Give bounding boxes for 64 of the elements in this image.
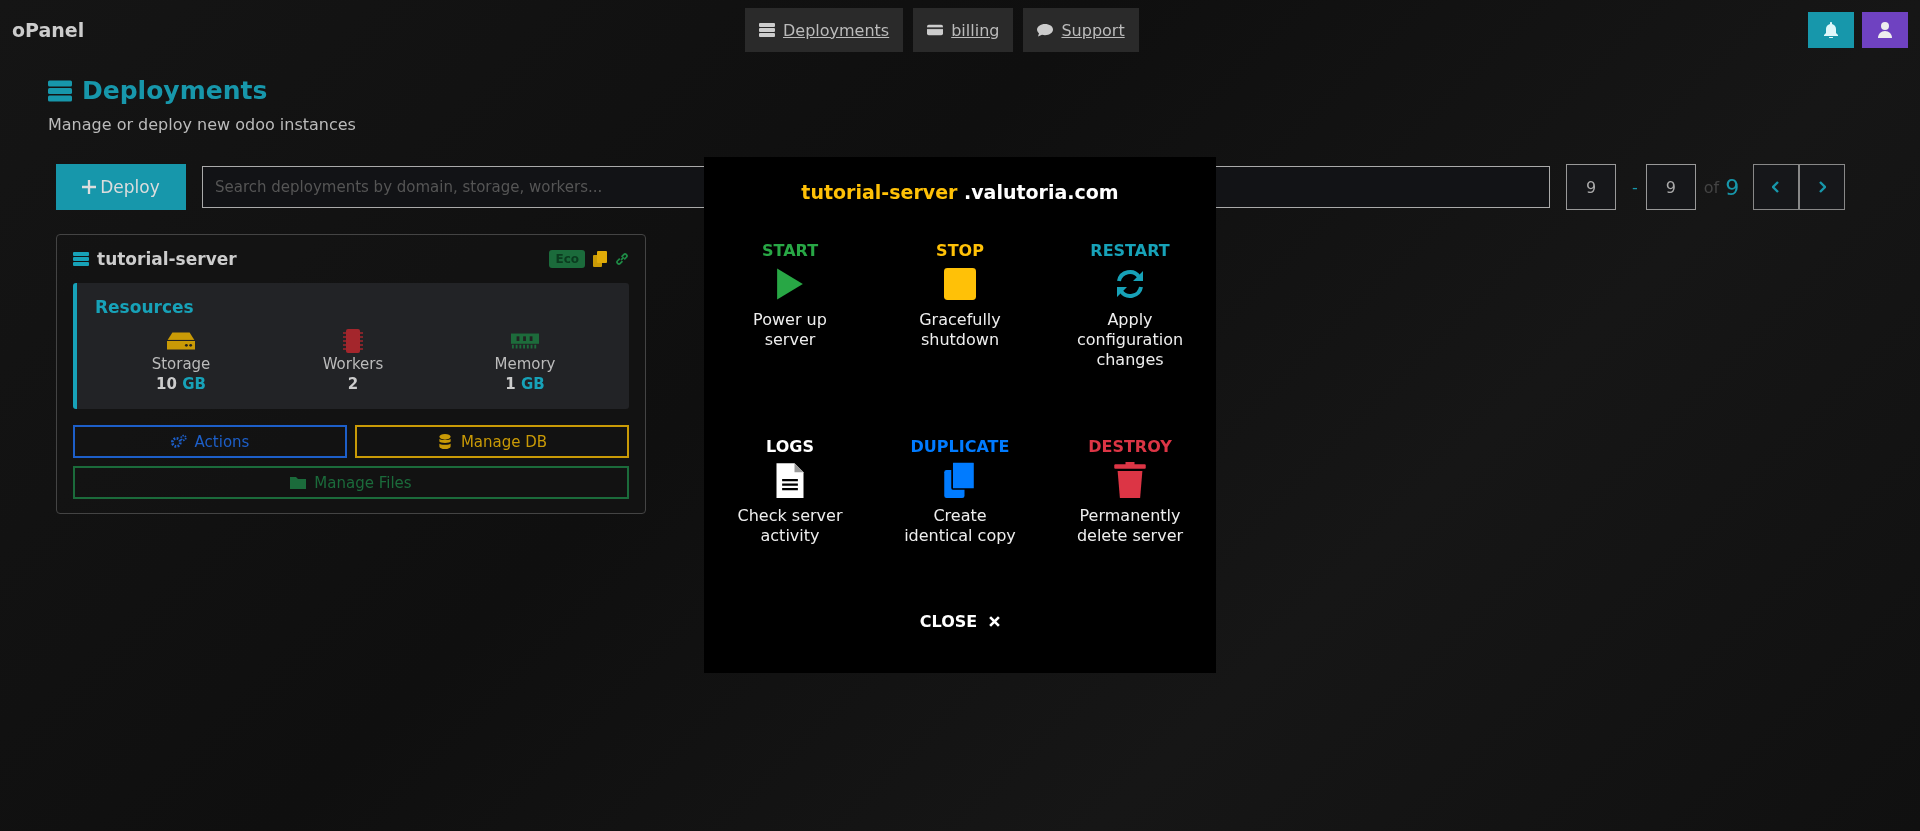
resource-label: Storage xyxy=(151,355,211,373)
action-title: LOGS xyxy=(766,437,814,456)
nav-link[interactable]: Deployments xyxy=(745,8,904,52)
action-option[interactable]: STOP Gracefully shutdown xyxy=(875,241,1045,437)
chevron-left-icon xyxy=(1772,181,1781,193)
close-button[interactable]: CLOSE xyxy=(913,611,1007,632)
copy-icon[interactable] xyxy=(593,251,607,267)
action-description: Power up server xyxy=(752,310,828,350)
action-option[interactable]: START Power up server xyxy=(705,241,875,437)
total-count: 9 xyxy=(1725,174,1740,200)
action-description: Apply configuration changes xyxy=(1075,310,1185,370)
resource-label: Memory xyxy=(494,355,556,373)
page-subtitle: Manage or deploy new odoo instances xyxy=(48,115,357,134)
server-stack-icon xyxy=(73,252,89,266)
resource-label: Workers xyxy=(322,355,384,373)
action-option[interactable]: DUPLICATE Create identical copy xyxy=(875,437,1045,607)
action-description: Permanently delete server xyxy=(1075,506,1185,546)
action-title: STOP xyxy=(936,241,984,260)
action-title: DESTROY xyxy=(1088,437,1172,456)
deployment-name: tutorial-server xyxy=(97,249,238,269)
stop-icon xyxy=(944,266,976,302)
action-option[interactable]: LOGS Check server activity xyxy=(705,437,875,607)
action-description: Create identical copy xyxy=(903,506,1017,546)
server-stack-icon xyxy=(759,23,775,37)
link-icon[interactable] xyxy=(615,251,629,267)
action-title: DUPLICATE xyxy=(910,437,1010,456)
trash-icon xyxy=(1114,462,1146,498)
user-button[interactable] xyxy=(1862,12,1908,48)
notifications-button[interactable] xyxy=(1808,12,1854,48)
user-icon xyxy=(1878,22,1892,38)
action-description: Gracefully shutdown xyxy=(918,310,1002,350)
hard-drive-icon xyxy=(167,329,195,353)
dialog-title: tutorial-server .valutoria.com xyxy=(801,181,1119,203)
action-title: RESTART xyxy=(1090,241,1170,260)
resource-value: 1 GB xyxy=(505,375,545,393)
previous-page-button[interactable] xyxy=(1753,164,1800,210)
range-start-field[interactable]: 9 xyxy=(1566,164,1616,210)
bell-icon xyxy=(1824,22,1838,38)
resource-value: 10 GB xyxy=(156,375,206,393)
copy-icon xyxy=(944,462,976,498)
server-stack-icon xyxy=(48,79,72,102)
range-end-field[interactable]: 9 xyxy=(1645,164,1696,210)
next-page-button[interactable] xyxy=(1799,164,1846,210)
action-title: START xyxy=(761,241,819,260)
chat-bubble-icon xyxy=(1037,23,1054,37)
brand-name[interactable]: oPanel xyxy=(12,19,745,41)
credit-card-icon xyxy=(927,23,944,37)
range-separator: - xyxy=(1632,177,1638,197)
action-option[interactable]: DESTROY Permanently delete server xyxy=(1045,437,1215,607)
database-icon xyxy=(436,434,453,449)
plus-icon xyxy=(82,180,97,194)
nav-link[interactable]: Support xyxy=(1023,8,1139,52)
resource-value: 2 xyxy=(347,375,359,393)
folder-icon xyxy=(290,475,307,490)
close-icon xyxy=(989,616,1001,627)
chevron-right-icon xyxy=(1818,181,1827,193)
gears-icon xyxy=(170,434,187,449)
action-description: Check server activity xyxy=(736,506,844,546)
manage-db-button[interactable]: Manage DB xyxy=(355,425,629,458)
resources-title: Resources xyxy=(95,297,195,317)
nav-link[interactable]: billing xyxy=(913,8,1014,52)
action-option[interactable]: RESTART Apply configuration changes xyxy=(1045,241,1215,437)
document-icon xyxy=(774,462,806,498)
page-title: Deployments xyxy=(82,76,268,105)
